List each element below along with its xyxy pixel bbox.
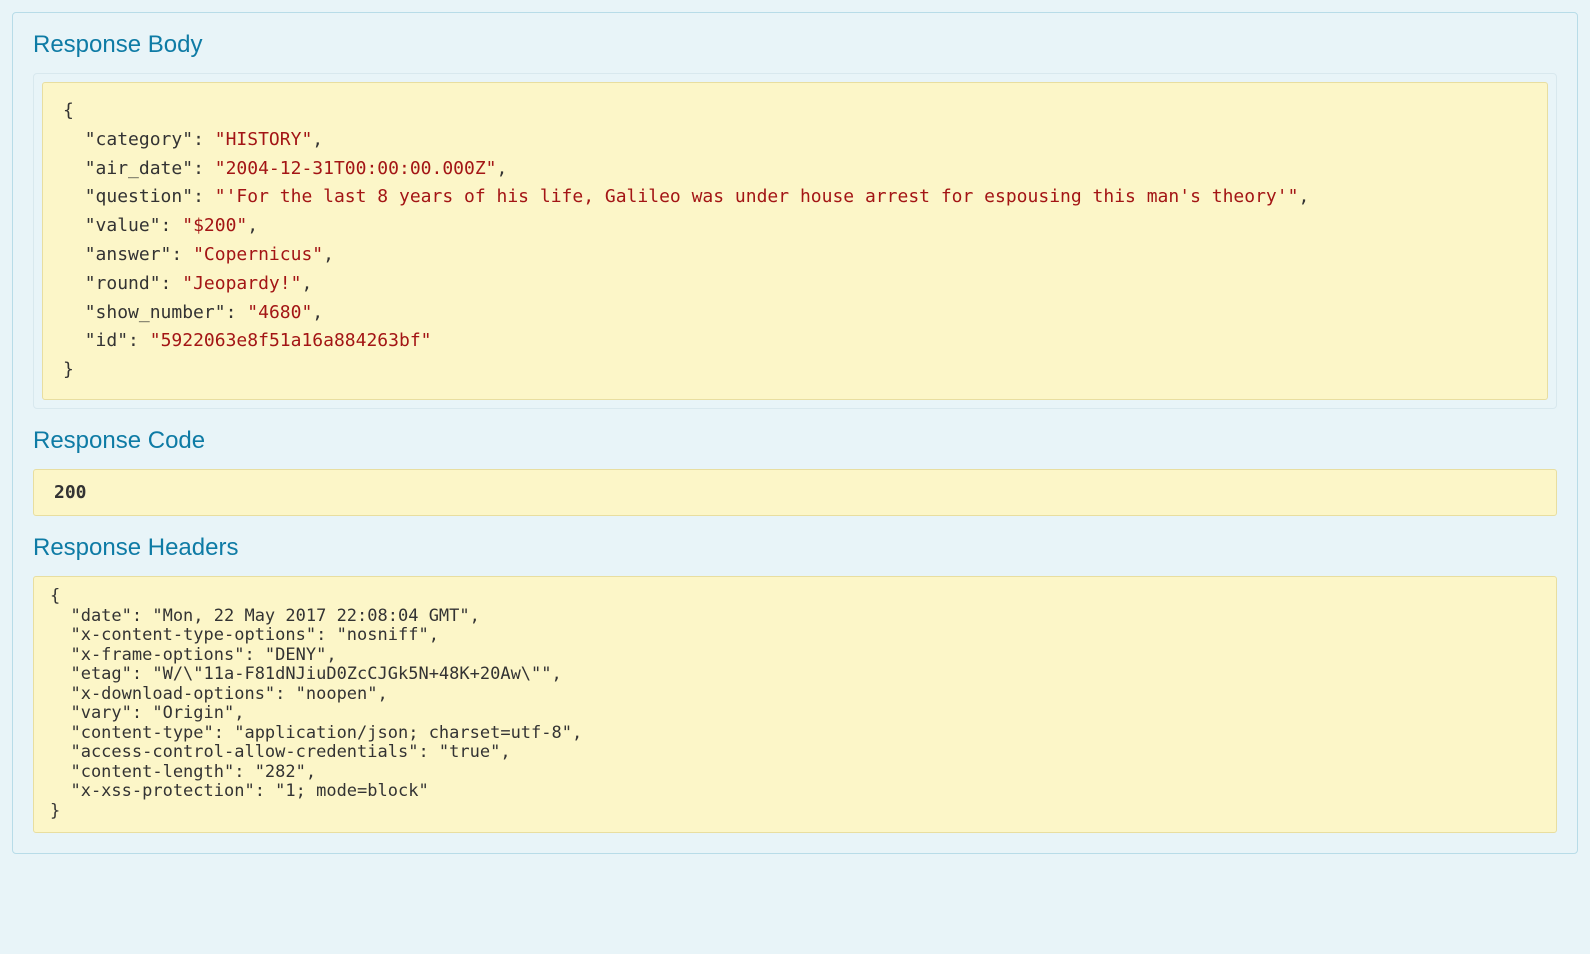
response-headers-content[interactable]: { "date": "Mon, 22 May 2017 22:08:04 GMT… [33,576,1557,833]
response-panel: Response Body { "category": "HISTORY", "… [12,12,1578,854]
response-headers-title: Response Headers [33,534,1557,562]
response-body-title: Response Body [33,31,1557,59]
response-body-content[interactable]: { "category": "HISTORY", "air_date": "20… [42,82,1548,400]
response-body-wrapper: { "category": "HISTORY", "air_date": "20… [33,73,1557,409]
response-code-title: Response Code [33,427,1557,455]
response-code-content[interactable]: 200 [33,469,1557,516]
